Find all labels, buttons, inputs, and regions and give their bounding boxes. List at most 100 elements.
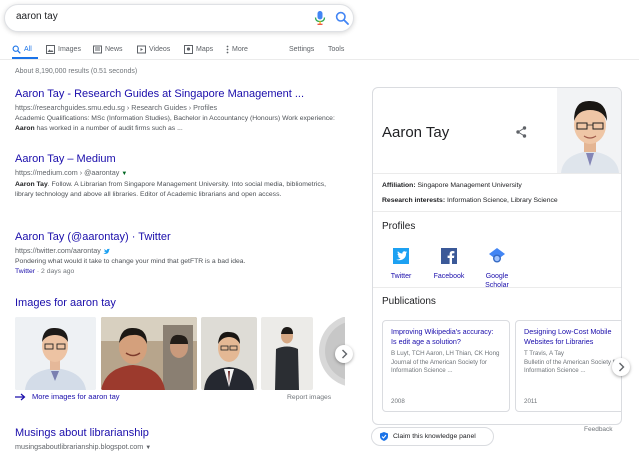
profiles-heading: Profiles	[382, 221, 416, 232]
result-title[interactable]: Aaron Tay - Research Guides at Singapore…	[15, 88, 345, 101]
portrait-image	[15, 317, 96, 390]
divider	[373, 287, 621, 288]
kp-photo[interactable]	[557, 88, 621, 173]
result-snippet: Pondering what would it take to change y…	[15, 258, 246, 265]
profile-facebook[interactable]: Facebook	[429, 248, 469, 281]
profile-photo-image	[557, 88, 621, 173]
profile-label: Twitter	[390, 273, 412, 280]
result-title[interactable]: Aaron Tay (@aarontay) · Twitter	[15, 231, 345, 244]
tools-link[interactable]: Tools	[328, 43, 344, 55]
image-thumbnail[interactable]	[101, 317, 197, 390]
tab-label: Maps	[196, 45, 214, 53]
chevron-right-icon	[619, 362, 625, 372]
tab-images[interactable]: Images	[46, 43, 81, 55]
twitter-icon	[393, 248, 409, 264]
publication-venue: Bulletin of the American Society for Inf…	[524, 359, 620, 374]
standing-person-image	[261, 317, 313, 390]
publication-venue: Journal of the American Society for Info…	[391, 359, 487, 374]
more-icon	[226, 45, 229, 53]
feedback-link[interactable]: Feedback	[584, 426, 613, 433]
arrow-right-icon	[15, 393, 26, 400]
snippet-bold: Aaron Tay	[15, 181, 48, 188]
tab-news[interactable]: News	[93, 43, 123, 55]
tab-maps[interactable]: Maps	[184, 43, 213, 55]
kp-affiliation: Affiliation: Singapore Management Univer…	[382, 182, 522, 189]
images-next-button[interactable]	[335, 345, 353, 363]
active-tab-indicator	[12, 57, 38, 59]
profile-twitter[interactable]: Twitter	[381, 248, 421, 281]
more-images-link[interactable]: More images for aaron tay	[15, 392, 120, 401]
snippet-post: has worked in a number of audit firms su…	[34, 125, 183, 132]
facebook-icon	[441, 248, 457, 264]
portrait-suit-image	[201, 317, 257, 390]
image-strip	[15, 317, 345, 390]
footer-time: · 2 days ago	[35, 268, 75, 275]
map-icon	[184, 44, 193, 54]
result-stats: About 8,190,000 results (0.51 seconds)	[15, 68, 138, 75]
report-images-link[interactable]: Report images	[287, 394, 331, 401]
result-url-text: https://researchguides.smu.edu.sg › Rese…	[15, 103, 218, 112]
publication-title: Improving Wikipedia's accuracy: Is edit …	[391, 327, 494, 346]
tab-label: Images	[58, 45, 81, 53]
search-icon[interactable]	[335, 11, 349, 25]
result-url: https://twitter.com/aarontay	[15, 246, 345, 256]
result-url-text: https://medium.com › @aarontay	[15, 168, 120, 177]
publications-next-button[interactable]	[612, 358, 630, 376]
video-icon	[137, 45, 146, 53]
tab-label: All	[24, 45, 32, 53]
search-tabs: All Images News Videos Maps More Setting…	[0, 40, 639, 60]
tab-label: News	[105, 45, 123, 53]
url-caret-icon[interactable]: ▼	[121, 171, 127, 177]
profile-label-line1: Google	[485, 273, 509, 280]
mic-icon[interactable]	[314, 11, 326, 25]
shield-check-icon	[380, 432, 388, 441]
result-title[interactable]: Aaron Tay – Medium	[15, 153, 345, 166]
chevron-right-icon	[342, 349, 348, 359]
attr-label: Affiliation:	[382, 182, 416, 189]
result-footer: Twitter · 2 days ago	[15, 268, 345, 275]
publications-heading: Publications	[382, 296, 436, 307]
attr-value[interactable]: Singapore Management University	[418, 182, 522, 189]
verified-icon	[103, 248, 110, 254]
knowledge-panel: Aaron Tay Affiliation: Singapore Managem…	[372, 87, 622, 425]
result-url: musingsaboutlibrarianship.blogspot.com ▼	[15, 442, 345, 453]
more-images-label: More images for aaron tay	[32, 392, 120, 401]
search-bar[interactable]: aaron tay	[4, 4, 354, 32]
publication-authors: T Travis, A Tay	[524, 350, 565, 357]
publication-authors: B Luyt, TCH Aaron, LH Thian, CK Hong	[391, 350, 500, 357]
result-title[interactable]: Musings about librarianship	[15, 427, 345, 440]
publication-title: Designing Low-Cost Mobile Websites for L…	[524, 327, 612, 346]
publication-year: 2008	[391, 398, 405, 405]
claim-label: Claim this knowledge panel	[393, 433, 476, 440]
search-result: Aaron Tay – Medium https://medium.com › …	[15, 153, 345, 200]
claim-panel-button[interactable]: Claim this knowledge panel	[371, 427, 494, 446]
result-url: https://researchguides.smu.edu.sg › Rese…	[15, 103, 345, 113]
search-input[interactable]: aaron tay	[16, 11, 58, 22]
publication-card[interactable]: Designing Low-Cost Mobile Websites for L…	[515, 320, 621, 412]
result-snippet: Academic Qualifications: MSc (Informatio…	[15, 114, 345, 134]
image-thumbnail[interactable]	[15, 317, 96, 390]
search-result: Aaron Tay (@aarontay) · Twitter https://…	[15, 231, 345, 275]
profile-google-scholar[interactable]: Google Scholar	[477, 248, 517, 290]
search-result: Musings about librarianship musingsabout…	[15, 427, 345, 453]
publication-year: 2011	[524, 398, 538, 405]
images-heading[interactable]: Images for aaron tay	[15, 297, 116, 309]
publication-card[interactable]: Improving Wikipedia's accuracy: Is edit …	[382, 320, 510, 412]
search-icon	[12, 45, 21, 54]
snippet-pre: Academic Qualifications: MSc (Informatio…	[15, 115, 335, 122]
settings-link[interactable]: Settings	[289, 43, 314, 55]
tab-more[interactable]: More	[226, 43, 248, 55]
url-caret-icon[interactable]: ▼	[145, 445, 151, 451]
twitter-link[interactable]: Twitter	[15, 268, 35, 275]
google-scholar-icon	[489, 248, 505, 263]
result-url-text: https://twitter.com/aarontay	[15, 246, 101, 255]
tab-all[interactable]: All	[12, 43, 32, 55]
image-icon	[46, 44, 55, 54]
divider	[373, 173, 621, 174]
tab-videos[interactable]: Videos	[137, 43, 170, 55]
image-thumbnail[interactable]	[261, 317, 313, 390]
share-icon[interactable]	[516, 126, 527, 138]
image-thumbnail[interactable]	[201, 317, 257, 390]
search-result: Aaron Tay - Research Guides at Singapore…	[15, 88, 345, 134]
attr-label: Research interests:	[382, 197, 446, 204]
